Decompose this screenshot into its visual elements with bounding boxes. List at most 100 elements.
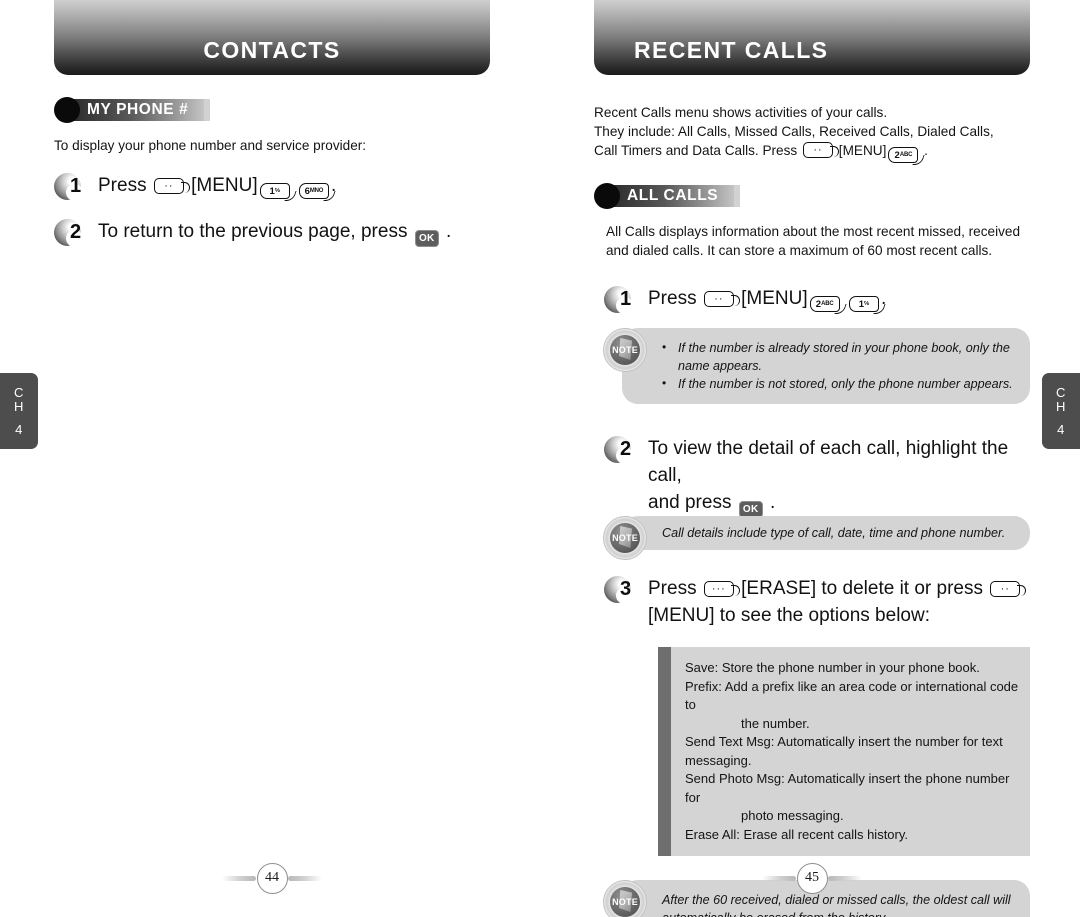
note-bullet: If the number is already stored in your … (662, 338, 1014, 375)
intro-text: Recent Calls menu shows activities of yo… (594, 103, 1030, 163)
intro-line-3: Call Timers and Data Calls. Press (594, 143, 798, 158)
page-title: CONTACTS (203, 37, 341, 63)
note-icon: NOTE (603, 328, 647, 372)
step-item: 2 To return to the previous page, press … (54, 217, 490, 247)
chapter-tab-left: C H 4 (0, 373, 38, 449)
digit-key-1-icon: 1℅ (848, 296, 879, 312)
note-icon-label: NOTE (612, 533, 638, 543)
step-text-line2-after: . (770, 492, 776, 513)
section-badge-label: MY PHONE # (69, 99, 211, 121)
step-bullet-sphere-icon: 3 (604, 574, 644, 604)
menu-bracket-label: [MENU] (191, 175, 258, 196)
menu-softkey-icon: ·· (153, 178, 190, 194)
step-text-after: . (446, 221, 452, 242)
intro-text: To display your phone number and service… (54, 138, 367, 153)
step-text-line2-before: and press (648, 492, 732, 513)
chapter-tab-number: 4 (15, 421, 23, 437)
page-title: RECENT CALLS (634, 37, 829, 63)
page-number: 45 (796, 862, 828, 894)
bullet-circle-icon (54, 97, 80, 123)
section-lead-text: All Calls displays information about the… (606, 224, 1021, 258)
step-number: 2 (620, 438, 632, 460)
option-item: Send Text Msg: Automatically insert the … (685, 734, 1003, 768)
page-number-wing-icon (828, 876, 862, 881)
note-icon: NOTE (603, 516, 647, 560)
erase-bracket-label: [ERASE] (741, 578, 817, 599)
note-body: If the number is already stored in your … (622, 328, 1030, 404)
step-bullet-sphere-icon: 2 (604, 434, 644, 464)
step-item: 1 Press ·· [MENU] 1℅ 6MNO. (54, 171, 490, 201)
section-header-all-calls: ALL CALLS (594, 183, 1030, 209)
page-number-footer-left: 44 (212, 861, 332, 895)
step-item: 3 Press ··· [ERASE] to delete it or pres… (604, 574, 1030, 629)
right-page: RECENT CALLS Recent Calls menu shows act… (594, 0, 1030, 917)
step-item: 1 Press ·· [MENU] 2ABC 1℅. (604, 284, 1030, 314)
page-number-wing-icon (222, 876, 256, 881)
chapter-tab-line1: C (14, 384, 24, 400)
step-text-middle: to delete it or press (821, 578, 983, 599)
intro-tail: . (924, 143, 928, 158)
step-bullet-sphere-icon: 2 (54, 217, 94, 247)
chapter-tab-line1: C (1056, 384, 1066, 400)
note-icon-label: NOTE (612, 897, 638, 907)
menu-softkey-icon: ·· (703, 291, 740, 307)
step-text-before: To return to the previous page, press (98, 221, 408, 242)
step-item: 2 To view the detail of each call, highl… (604, 434, 1030, 518)
chapter-tab-line2: H (14, 398, 24, 414)
section-badge-label: ALL CALLS (609, 185, 741, 207)
step-number: 3 (620, 578, 632, 600)
step-number: 2 (70, 221, 82, 243)
manual-page-spread: C H 4 C H 4 CONTACTS MY PHONE # To displ… (0, 0, 1080, 917)
options-accent-bar (658, 647, 671, 856)
menu-bracket-label: [MENU] (741, 288, 808, 309)
note-block: NOTE Call details include type of call, … (594, 516, 1030, 560)
page-number-wing-icon (762, 876, 796, 881)
note-icon: NOTE (603, 880, 647, 917)
left-page: CONTACTS MY PHONE # To display your phon… (54, 0, 490, 247)
bullet-circle-icon (594, 183, 620, 209)
step-text: To view the detail of each call, highlig… (648, 434, 1030, 518)
step-number: 1 (70, 175, 82, 197)
chapter-tab-number: 4 (1057, 421, 1065, 437)
page-number-wing-icon (288, 876, 322, 881)
right-page-banner: RECENT CALLS (594, 0, 1030, 75)
section-header-my-phone: MY PHONE # (54, 97, 490, 123)
chapter-tab-line2: H (1056, 398, 1066, 414)
chapter-tab-right: C H 4 (1042, 373, 1080, 449)
digit-key-2-icon: 2ABC (809, 296, 840, 312)
menu-softkey-icon: ·· (990, 581, 1027, 597)
step-text-before: Press (648, 578, 697, 599)
step-text-line2: [MENU] to see the options below: (648, 605, 930, 626)
step-text-before: Press (98, 175, 147, 196)
intro-line-2: They include: All Calls, Missed Calls, R… (594, 124, 994, 139)
erase-softkey-icon: ··· (703, 581, 740, 597)
menu-bracket-label: [MENU] (838, 143, 887, 158)
step-bullet-sphere-icon: 1 (604, 284, 644, 314)
option-item: Save: Store the phone number in your pho… (685, 660, 980, 675)
page-number: 44 (256, 862, 288, 894)
note-icon-label: NOTE (612, 345, 638, 355)
intro-line-1: Recent Calls menu shows activities of yo… (594, 105, 888, 120)
options-panel: Save: Store the phone number in your pho… (671, 647, 1030, 856)
note-bullet: If the number is not stored, only the ph… (662, 374, 1014, 393)
option-item: Send Photo Msg: Automatically insert the… (685, 771, 1010, 823)
left-page-banner: CONTACTS (54, 0, 490, 75)
menu-softkey-icon: ·· (803, 142, 839, 158)
step-text-line1: To view the detail of each call, highlig… (648, 438, 1009, 486)
option-item: Prefix: Add a prefix like an area code o… (685, 678, 1019, 731)
page-number-footer-right: 45 (752, 861, 872, 895)
step-number: 1 (620, 288, 632, 310)
ok-key-icon: OK (414, 230, 439, 247)
digit-key-6-icon: 6MNO (298, 183, 329, 199)
option-item: Erase All: Erase all recent calls histor… (685, 826, 909, 842)
note-block: NOTE If the number is already stored in … (594, 328, 1030, 404)
digit-key-1-icon: 1℅ (259, 183, 290, 199)
step-text: To return to the previous page, press OK… (98, 217, 451, 247)
step-text: Press ··· [ERASE] to delete it or press … (648, 574, 1027, 629)
options-box: Save: Store the phone number in your pho… (658, 647, 1030, 856)
step-text: Press ·· [MENU] 2ABC 1℅. (648, 284, 886, 312)
note-text: Call details include type of call, date,… (662, 526, 1006, 540)
step-text: Press ·· [MENU] 1℅ 6MNO. (98, 171, 336, 199)
digit-key-2-icon: 2ABC (888, 147, 919, 163)
step-bullet-sphere-icon: 1 (54, 171, 94, 201)
